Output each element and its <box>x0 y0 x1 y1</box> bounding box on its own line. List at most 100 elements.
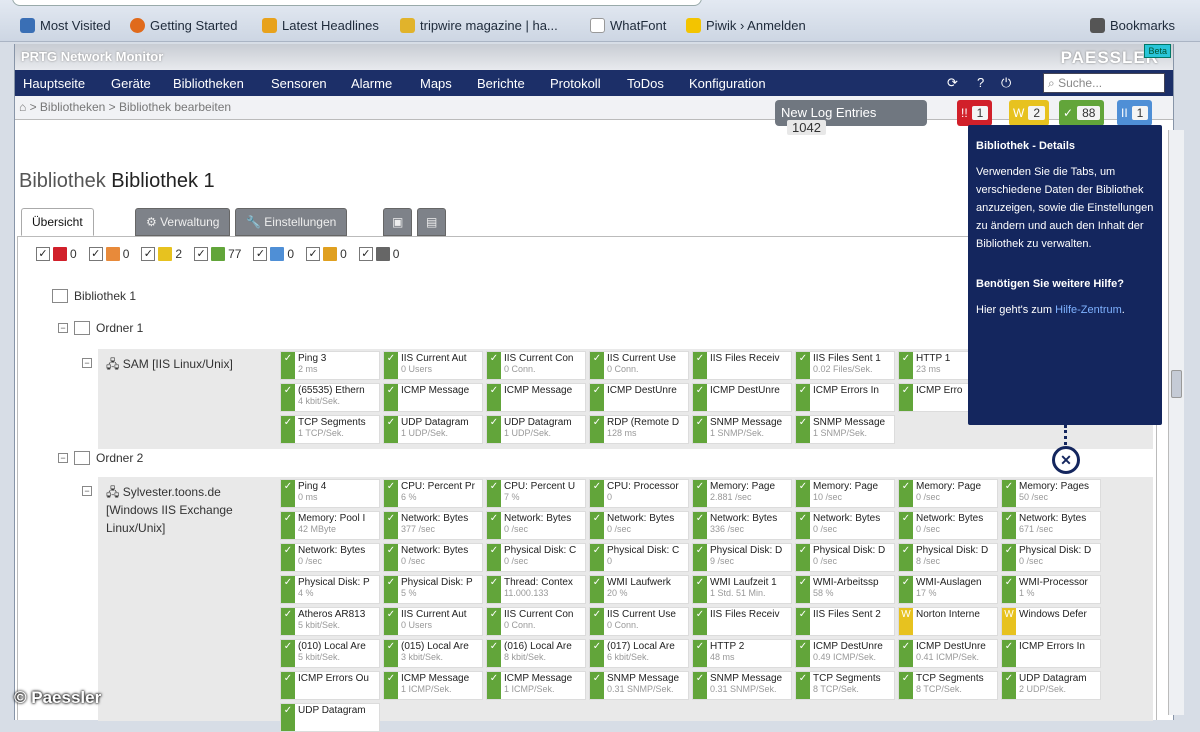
tab-tool-1[interactable]: ▣ <box>383 208 413 236</box>
sensor-tile[interactable]: ✓ TCP Segments 8 TCP/Sek. <box>898 671 998 700</box>
status-up[interactable]: ✓ 88 <box>1059 100 1105 126</box>
checkbox[interactable]: ✓ <box>36 247 50 261</box>
sensor-tile[interactable]: ✓ ICMP DestUnre 0.49 ICMP/Sek. <box>795 639 895 668</box>
status-down[interactable]: !! 1 <box>957 100 993 126</box>
sensor-tile[interactable]: ✓ IIS Files Sent 1 0.02 Files/Sek. <box>795 351 895 380</box>
sensor-tile[interactable]: ✓ IIS Current Use 0 Conn. <box>589 351 689 380</box>
sensor-tile[interactable]: ✓ UDP Datagram 1 UDP/Sek. <box>486 415 586 444</box>
sensor-tile[interactable]: ✓ UDP Datagram <box>280 703 380 732</box>
sensor-tile[interactable]: ✓ IIS Current Aut 0 Users <box>383 351 483 380</box>
filter-down-partial[interactable]: ✓ 0 <box>88 247 129 261</box>
tab-tool-2[interactable]: ▤ <box>417 208 447 236</box>
filter-paused[interactable]: ✓ 0 <box>253 247 294 261</box>
menu-protokoll[interactable]: Protokoll <box>550 76 601 91</box>
device-label[interactable]: 🖧 SAM [IIS Linux/Unix] <box>106 355 276 373</box>
sensor-tile[interactable]: ✓ Atheros AR813 5 kbit/Sek. <box>280 607 380 636</box>
sensor-tile[interactable]: ✓ WMI Laufzeit 11 Std. 51 Min. <box>692 575 792 604</box>
power-icon[interactable]: ⏻ <box>1001 75 1011 91</box>
search-input[interactable]: ⌕ Suche... <box>1043 73 1165 93</box>
refresh-icon[interactable]: ⟳ <box>947 75 958 91</box>
sensor-tile[interactable]: ✓ TCP Segments 8 TCP/Sek. <box>795 671 895 700</box>
sensor-tile[interactable]: ✓ ICMP Message 1 ICMP/Sek. <box>486 671 586 700</box>
menu-sensoren[interactable]: Sensoren <box>271 76 327 91</box>
tab-settings[interactable]: 🔧 Einstellungen <box>235 208 348 236</box>
checkbox[interactable]: ✓ <box>194 247 209 261</box>
sensor-tile[interactable]: ✓ Ping 40 ms <box>280 479 380 508</box>
sensor-tile[interactable]: ✓ Physical Disk: C0 /sec <box>486 543 586 572</box>
filter-down[interactable]: ✓ 0 <box>36 247 77 261</box>
sensor-tile[interactable]: ✓ UDP Datagram 1 UDP/Sek. <box>383 415 483 444</box>
menu-maps[interactable]: Maps <box>420 76 452 91</box>
filter-up[interactable]: ✓ 77 <box>194 247 241 261</box>
sensor-tile[interactable]: ✓ ICMP Errors Ou <box>280 671 380 700</box>
sensor-tile[interactable]: ✓ WMI-Auslagen 17 % <box>898 575 998 604</box>
sensor-tile[interactable]: ✓ Network: Bytes 0 /sec <box>898 511 998 540</box>
collapse-icon[interactable]: − <box>58 453 68 463</box>
sensor-tile[interactable]: ✓ Physical Disk: D0 /sec <box>795 543 895 572</box>
sensor-tile[interactable]: ✓ IIS Files Sent 2 <box>795 607 895 636</box>
filter-unusual[interactable]: ✓ 0 <box>306 247 347 261</box>
sensor-tile[interactable]: ✓ Memory: Page 10 /sec <box>795 479 895 508</box>
sensor-tile[interactable]: ✓ Network: Bytes 0 /sec <box>280 543 380 572</box>
filter-warning[interactable]: ✓ 2 <box>141 247 182 261</box>
sensor-tile[interactable]: ✓ Memory: Pages 50 /sec <box>1001 479 1101 508</box>
sensor-tile[interactable]: ✓ ICMP Errors In <box>795 383 895 412</box>
sensor-tile[interactable]: ✓ (016) Local Are 8 kbit/Sek. <box>486 639 586 668</box>
sensor-tile[interactable]: ✓ Memory: Pool I 42 MByte <box>280 511 380 540</box>
bookmark-most-visited[interactable]: Most Visited <box>20 18 111 33</box>
sensor-tile[interactable]: ✓ SNMP Message 1 SNMP/Sek. <box>795 415 895 444</box>
sensor-tile[interactable]: ✓ IIS Files Receiv <box>692 607 792 636</box>
bookmark-latest-headlines[interactable]: Latest Headlines <box>262 18 379 33</box>
checkbox[interactable]: ✓ <box>88 247 103 261</box>
bookmarks-menu[interactable]: Bookmarks <box>1090 18 1175 33</box>
status-paused[interactable]: II 1 <box>1117 100 1153 126</box>
sensor-tile[interactable]: ✓ IIS Current Con 0 Conn. <box>486 607 586 636</box>
sensor-tile[interactable]: ✓ WMI Laufwerk 20 % <box>589 575 689 604</box>
bookmark-whatfont[interactable]: WhatFont <box>590 18 666 33</box>
scrollbar-thumb[interactable] <box>1171 370 1182 398</box>
sensor-tile[interactable]: ✓ Network: Bytes 336 /sec <box>692 511 792 540</box>
menu-todos[interactable]: ToDos <box>627 76 664 91</box>
sensor-tile[interactable]: ✓ Network: Bytes 0 /sec <box>589 511 689 540</box>
sensor-tile[interactable]: ✓ HTTP 2 48 ms <box>692 639 792 668</box>
sensor-tile[interactable]: W Windows Defer <box>1001 607 1101 636</box>
menu-bibliotheken[interactable]: Bibliotheken <box>173 76 244 91</box>
menu-geraete[interactable]: Geräte <box>111 76 151 91</box>
bookmark-piwik[interactable]: Piwik › Anmelden <box>686 18 806 33</box>
sensor-tile[interactable]: ✓ Network: Bytes 377 /sec <box>383 511 483 540</box>
menu-hauptseite[interactable]: Hauptseite <box>23 76 85 91</box>
status-warning[interactable]: W2 <box>1009 100 1050 126</box>
sensor-tile[interactable]: ✓ Physical Disk: C0 <box>589 543 689 572</box>
sensor-tile[interactable]: ✓ Thread: Contex 11.000.133 <box>486 575 586 604</box>
sensor-tile[interactable]: ✓ Network: Bytes 0 /sec <box>383 543 483 572</box>
sensor-tile[interactable]: ✓ WMI-Arbeitssp 58 % <box>795 575 895 604</box>
sensor-tile[interactable]: ✓ Physical Disk: D9 /sec <box>692 543 792 572</box>
collapse-icon[interactable]: − <box>82 486 92 496</box>
checkbox[interactable]: ✓ <box>358 247 373 261</box>
help-icon[interactable]: ? <box>977 75 984 90</box>
sensor-tile[interactable]: ✓ ICMP DestUnre <box>692 383 792 412</box>
sensor-tile[interactable]: ✓ (65535) Ethern 4 kbit/Sek. <box>280 383 380 412</box>
sensor-tile[interactable]: W Norton Interne <box>898 607 998 636</box>
tree-folder-1[interactable]: − Ordner 1 <box>58 321 143 335</box>
checkbox[interactable]: ✓ <box>253 247 268 261</box>
sensor-tile[interactable]: ✓ Memory: Page 2.881 /sec <box>692 479 792 508</box>
device-label[interactable]: 🖧 Sylvester.toons.de [Windows IIS Exchan… <box>106 483 276 537</box>
sensor-tile[interactable]: ✓ Memory: Page 0 /sec <box>898 479 998 508</box>
checkbox[interactable]: ✓ <box>141 247 156 261</box>
sensor-tile[interactable]: ✓ SNMP Message 0.31 SNMP/Sek. <box>692 671 792 700</box>
tree-folder-2[interactable]: − Ordner 2 <box>58 451 143 465</box>
sensor-tile[interactable]: ✓ ICMP Message 1 ICMP/Sek. <box>383 671 483 700</box>
scrollbar[interactable] <box>1168 130 1184 715</box>
sensor-tile[interactable]: ✓ Physical Disk: P5 % <box>383 575 483 604</box>
sensor-tile[interactable]: ✓ IIS Current Con 0 Conn. <box>486 351 586 380</box>
sensor-tile[interactable]: ✓ ICMP DestUnre 0.41 ICMP/Sek. <box>898 639 998 668</box>
collapse-icon[interactable]: − <box>58 323 68 333</box>
sensor-tile[interactable]: ✓ Network: Bytes 0 /sec <box>486 511 586 540</box>
filter-unknown[interactable]: ✓ 0 <box>358 247 399 261</box>
sensor-tile[interactable]: ✓ ICMP DestUnre <box>589 383 689 412</box>
sensor-tile[interactable]: ✓ CPU: Percent Pr 6 % <box>383 479 483 508</box>
sensor-tile[interactable]: ✓ CPU: Percent U7 % <box>486 479 586 508</box>
sensor-tile[interactable]: ✓ Network: Bytes 0 /sec <box>795 511 895 540</box>
sensor-tile[interactable]: ✓ ICMP Errors In <box>1001 639 1101 668</box>
